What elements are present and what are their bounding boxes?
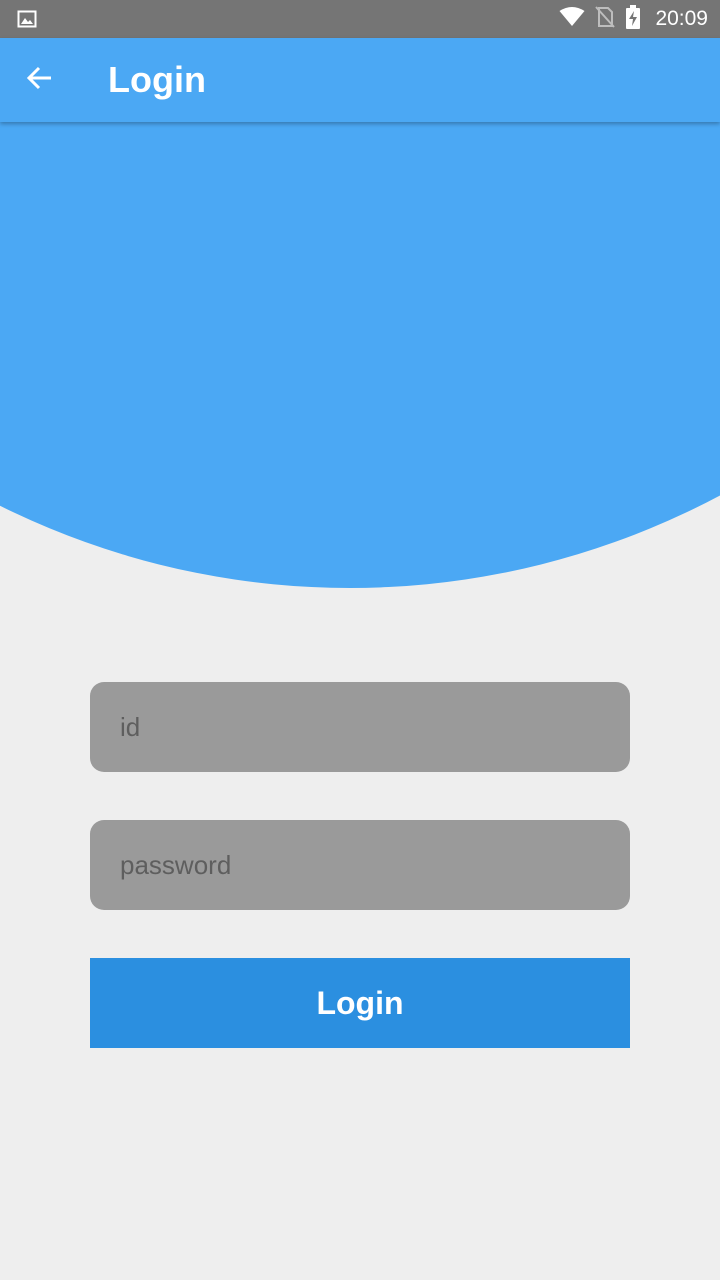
id-field[interactable]: id [90,682,630,772]
id-placeholder: id [120,711,141,742]
hero-header [0,122,720,622]
image-notification-icon [17,9,37,29]
login-button[interactable]: Login [90,958,630,1048]
status-icons: 20:09 [559,0,708,38]
status-time: 20:09 [655,7,708,30]
no-sim-icon [595,5,616,33]
wifi-icon [559,6,585,32]
page-title: Login [108,59,206,100]
app-bar: Login [0,38,720,122]
password-placeholder: password [120,849,232,880]
battery-charging-icon [625,4,641,34]
back-button[interactable] [14,54,66,106]
arrow-back-icon [26,64,54,97]
password-field[interactable]: password [90,820,630,910]
login-button-label: Login [316,984,404,1021]
hero-arc-shape [0,122,720,588]
status-bar: 20:09 [0,0,720,38]
